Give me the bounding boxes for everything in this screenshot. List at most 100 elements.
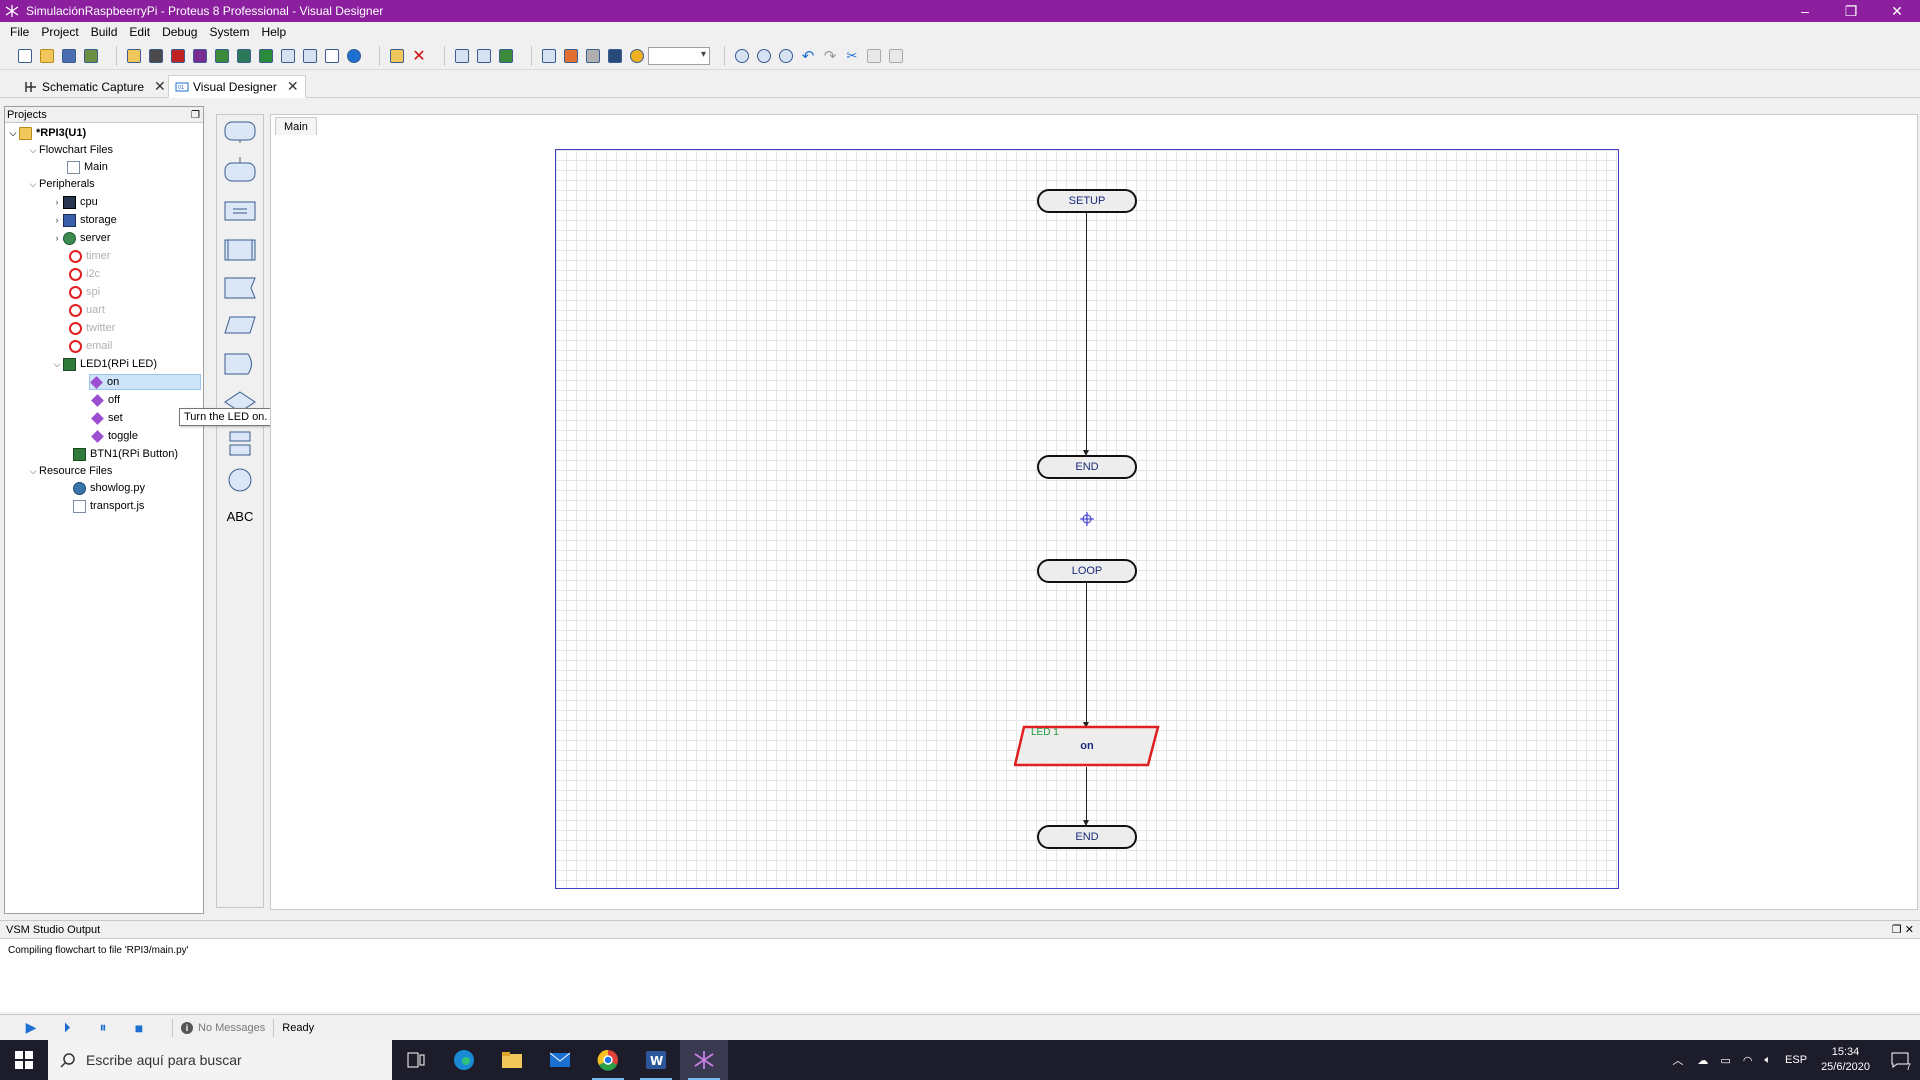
tab-visual-designer[interactable]: 01 Visual Designer ✕ — [168, 75, 306, 98]
zoom-level-icon[interactable] — [626, 45, 648, 67]
open-folder-icon[interactable] — [36, 45, 58, 67]
connector-tool-icon[interactable] — [223, 467, 257, 493]
collapse-icon[interactable]: ⌵ — [51, 356, 63, 372]
expand-icon[interactable]: › — [51, 212, 63, 228]
menu-build[interactable]: Build — [85, 25, 124, 39]
tree-item-peripherals[interactable]: ⌵ Peripherals — [27, 176, 95, 192]
tab-main-flowchart[interactable]: Main — [275, 117, 317, 135]
help-icon[interactable] — [343, 45, 365, 67]
netlist-icon[interactable] — [299, 45, 321, 67]
tree-item-twitter[interactable]: twitter — [69, 320, 115, 336]
home-icon[interactable] — [123, 45, 145, 67]
clean-icon[interactable] — [582, 45, 604, 67]
onedrive-icon[interactable]: ☁ — [1697, 1054, 1708, 1067]
tree-item-btn1[interactable]: BTN1(RPi Button) — [73, 446, 178, 462]
back-annotate-icon[interactable] — [211, 45, 233, 67]
io-block-tool-icon[interactable] — [223, 315, 257, 335]
tree-item-set[interactable]: set — [91, 410, 123, 426]
expand-icon[interactable]: › — [51, 230, 63, 246]
tree-item-server[interactable]: › server — [51, 230, 111, 246]
event-block-tool-icon[interactable] — [223, 121, 257, 143]
tree-item-timer[interactable]: timer — [69, 248, 110, 264]
language-indicator[interactable]: ESP — [1785, 1054, 1807, 1066]
save-icon[interactable] — [58, 45, 80, 67]
tree-item-rpi3[interactable]: ⌵ *RPI3(U1) — [7, 125, 86, 141]
schematic-icon[interactable] — [145, 45, 167, 67]
file-explorer-icon[interactable] — [488, 1040, 536, 1080]
collapse-icon[interactable]: ⌵ — [27, 463, 39, 479]
zoom-dropdown[interactable] — [648, 46, 710, 65]
close-tab-icon[interactable]: ✕ — [154, 78, 166, 95]
pcb-layout-icon[interactable] — [167, 45, 189, 67]
chrome-icon[interactable] — [584, 1040, 632, 1080]
gerber-icon[interactable] — [189, 45, 211, 67]
subroutine-block-tool-icon[interactable] — [223, 239, 257, 261]
tree-item-spi[interactable]: spi — [69, 284, 100, 300]
menu-help[interactable]: Help — [255, 25, 292, 39]
zoom-out-icon[interactable] — [753, 45, 775, 67]
remove-icon[interactable]: ✕ — [408, 45, 430, 67]
wifi-icon[interactable]: ◠ — [1743, 1054, 1753, 1067]
menu-debug[interactable]: Debug — [156, 25, 203, 39]
battery-icon[interactable]: ▭ — [1720, 1054, 1730, 1067]
collapse-icon[interactable]: ⌵ — [27, 142, 39, 158]
assignment-block-tool-icon[interactable] — [223, 201, 257, 223]
zoom-fit-icon[interactable] — [775, 45, 797, 67]
stop-icon[interactable]: ■ — [128, 1018, 150, 1038]
bill-of-materials-icon[interactable] — [255, 45, 277, 67]
cut-icon[interactable]: ✂ — [841, 45, 863, 67]
tree-item-uart[interactable]: uart — [69, 302, 105, 318]
play-icon[interactable]: ▶ — [20, 1018, 42, 1038]
edge-browser-icon[interactable] — [440, 1040, 488, 1080]
new-file-icon[interactable] — [14, 45, 36, 67]
notification-center-icon[interactable]: 7 — [1880, 1040, 1920, 1080]
tree-item-resource-files[interactable]: ⌵ Resource Files — [27, 463, 113, 479]
undo-icon[interactable]: ↶ — [797, 45, 819, 67]
step-icon[interactable]: ⏵ — [56, 1018, 78, 1038]
proteus-taskbar-icon[interactable] — [680, 1040, 728, 1080]
tree-item-transport[interactable]: transport.js — [73, 498, 144, 514]
setup-event-block[interactable]: SETUP — [1037, 189, 1137, 213]
text-tool-icon[interactable]: ABC — [223, 509, 257, 524]
tree-item-cpu[interactable]: › cpu — [51, 194, 98, 210]
menu-system[interactable]: System — [203, 25, 255, 39]
tree-item-showlog[interactable]: showlog.py — [73, 480, 145, 496]
import-icon[interactable] — [451, 45, 473, 67]
output-panel-controls[interactable]: ❐ ✕ — [1892, 921, 1914, 939]
tree-item-toggle[interactable]: toggle — [91, 428, 138, 444]
loop-block-tool-icon[interactable] — [223, 431, 257, 457]
chevron-up-icon[interactable]: ︿ — [1672, 1052, 1683, 1068]
taskbar-clock[interactable]: 15:34 25/6/2020 — [1821, 1045, 1870, 1075]
storage-block-tool-icon[interactable] — [223, 353, 257, 375]
rebuild-icon[interactable] — [560, 45, 582, 67]
status-messages[interactable]: i No Messages — [181, 1021, 265, 1034]
loop-event-block[interactable]: LOOP — [1037, 559, 1137, 583]
collapse-icon[interactable]: ⌵ — [7, 125, 19, 141]
setup-end-block[interactable]: END — [1037, 455, 1137, 479]
tree-item-i2c[interactable]: i2c — [69, 266, 100, 282]
menu-file[interactable]: File — [4, 25, 35, 39]
collapse-icon[interactable]: ⌵ — [27, 176, 39, 192]
design-explorer-icon[interactable] — [233, 45, 255, 67]
tree-item-storage[interactable]: › storage — [51, 212, 117, 228]
open-project-icon[interactable] — [386, 45, 408, 67]
export-icon[interactable] — [473, 45, 495, 67]
build-icon[interactable] — [538, 45, 560, 67]
tree-item-email[interactable]: email — [69, 338, 112, 354]
paste-icon[interactable] — [885, 45, 907, 67]
delay-block-tool-icon[interactable] — [223, 277, 257, 299]
notes-icon[interactable] — [321, 45, 343, 67]
mail-icon[interactable] — [536, 1040, 584, 1080]
tree-item-flowchart-files[interactable]: ⌵ Flowchart Files — [27, 142, 113, 158]
taskbar-search[interactable]: Escribe aquí para buscar — [48, 1040, 392, 1080]
tab-schematic-capture[interactable]: Schematic Capture ✕ — [18, 75, 172, 98]
tree-item-on[interactable]: on — [89, 374, 201, 390]
end-block-tool-icon[interactable] — [223, 157, 257, 183]
copy-icon[interactable] — [863, 45, 885, 67]
menu-project[interactable]: Project — [35, 25, 84, 39]
debug-icon[interactable] — [604, 45, 626, 67]
close-tab-icon[interactable]: ✕ — [287, 78, 299, 95]
tree-item-main[interactable]: Main — [67, 159, 108, 175]
volume-icon[interactable]: 🔈︎ — [1764, 1054, 1771, 1067]
add-peripheral-icon[interactable] — [495, 45, 517, 67]
